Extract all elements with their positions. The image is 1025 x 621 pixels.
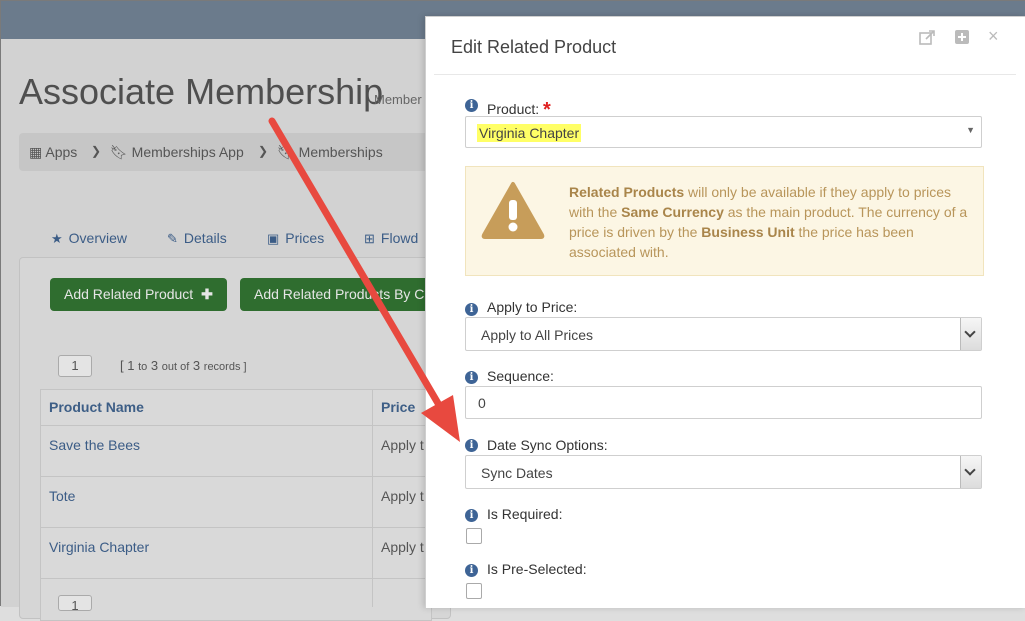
- add-related-products-by-button[interactable]: Add Related Products By C: [240, 278, 444, 311]
- page-subtitle: Member: [374, 92, 422, 107]
- row-divider: [40, 476, 430, 477]
- table-row-price: Apply t: [381, 539, 424, 555]
- date-sync-options-label: Date Sync Options:: [487, 437, 608, 453]
- tab-flowdown[interactable]: ⊞ Flowd: [364, 230, 418, 247]
- page-number-input[interactable]: 1: [58, 355, 92, 377]
- chevron-right-icon: ❯: [258, 144, 269, 158]
- star-icon: ★: [51, 231, 63, 246]
- modal-title: Edit Related Product: [451, 37, 617, 57]
- currency-warning-alert: Related Products will only be available …: [465, 166, 984, 276]
- info-icon[interactable]: i: [465, 99, 478, 112]
- money-icon: ▣: [267, 231, 280, 246]
- chevron-down-icon: [960, 318, 981, 350]
- apply-to-price-label: Apply to Price:: [487, 299, 578, 315]
- breadcrumb: ▦ Apps ❯ 🔖︎ Memberships App ❯ 🔖︎ Members…: [19, 133, 439, 171]
- sequence-input[interactable]: 0: [465, 386, 982, 419]
- bookmark-icon: 🔖︎: [277, 144, 295, 160]
- is-preselected-label: Is Pre-Selected:: [487, 561, 587, 577]
- add-related-product-button[interactable]: Add Related Product ✚: [50, 278, 227, 311]
- column-header-price[interactable]: Price: [381, 399, 415, 415]
- chevron-down-icon: [960, 456, 981, 488]
- footer-page-number[interactable]: 1: [58, 595, 92, 613]
- edit-related-product-modal: Edit Related Product × i Product: * Virg…: [425, 16, 1025, 608]
- row-divider: [40, 527, 430, 528]
- breadcrumb-memberships[interactable]: 🔖︎ Memberships: [277, 144, 383, 161]
- sitemap-icon: ⊞: [364, 231, 375, 246]
- info-icon[interactable]: i: [465, 439, 478, 452]
- chevron-right-icon: ❯: [91, 144, 102, 158]
- column-divider: [372, 389, 373, 607]
- sequence-label: Sequence:: [487, 368, 554, 384]
- bookmark-icon: 🔖︎: [110, 144, 128, 160]
- related-products-grid: [40, 389, 432, 621]
- breadcrumb-memberships-app[interactable]: 🔖︎ Memberships App: [110, 144, 244, 161]
- popout-icon[interactable]: [918, 29, 936, 52]
- row-divider: [40, 425, 430, 426]
- table-row-price: Apply t: [381, 437, 424, 453]
- plus-icon: ✚: [201, 286, 213, 302]
- record-count: [ 1 to 3 out of 3 records ]: [120, 358, 247, 373]
- is-required-checkbox[interactable]: [466, 528, 482, 544]
- product-select-value: Virginia Chapter: [477, 124, 582, 142]
- info-icon[interactable]: i: [465, 371, 478, 384]
- is-required-label: Is Required:: [487, 506, 563, 522]
- info-icon[interactable]: i: [465, 564, 478, 577]
- grid-icon: ▦: [29, 144, 43, 160]
- info-icon[interactable]: i: [465, 303, 478, 316]
- info-icon[interactable]: i: [465, 509, 478, 522]
- table-row-product-link[interactable]: Save the Bees: [49, 437, 140, 453]
- date-sync-options-select[interactable]: Sync Dates: [465, 455, 982, 489]
- close-icon[interactable]: ×: [988, 26, 999, 47]
- table-row-product-link[interactable]: Tote: [49, 488, 75, 504]
- page-title: Associate Membership: [19, 71, 384, 112]
- edit-icon: ✎: [167, 231, 178, 246]
- apply-to-price-select[interactable]: Apply to All Prices: [465, 317, 982, 351]
- product-select[interactable]: Virginia Chapter ▼: [465, 116, 982, 148]
- tab-details[interactable]: ✎ Details: [167, 230, 227, 247]
- warning-text: Related Products will only be available …: [569, 184, 968, 260]
- tab-prices[interactable]: ▣ Prices: [267, 230, 324, 247]
- caret-down-icon: ▼: [966, 125, 975, 135]
- maximize-icon[interactable]: [954, 29, 970, 50]
- modal-header-divider: [434, 74, 1016, 75]
- table-row-price: Apply t: [381, 488, 424, 504]
- is-preselected-checkbox[interactable]: [466, 583, 482, 599]
- breadcrumb-apps[interactable]: ▦ Apps: [29, 144, 77, 161]
- table-row-product-link[interactable]: Virginia Chapter: [49, 539, 149, 555]
- column-header-product-name[interactable]: Product Name: [49, 399, 144, 415]
- row-divider: [40, 578, 430, 579]
- warning-icon: [481, 182, 545, 239]
- tab-overview[interactable]: ★ Overview: [51, 230, 127, 247]
